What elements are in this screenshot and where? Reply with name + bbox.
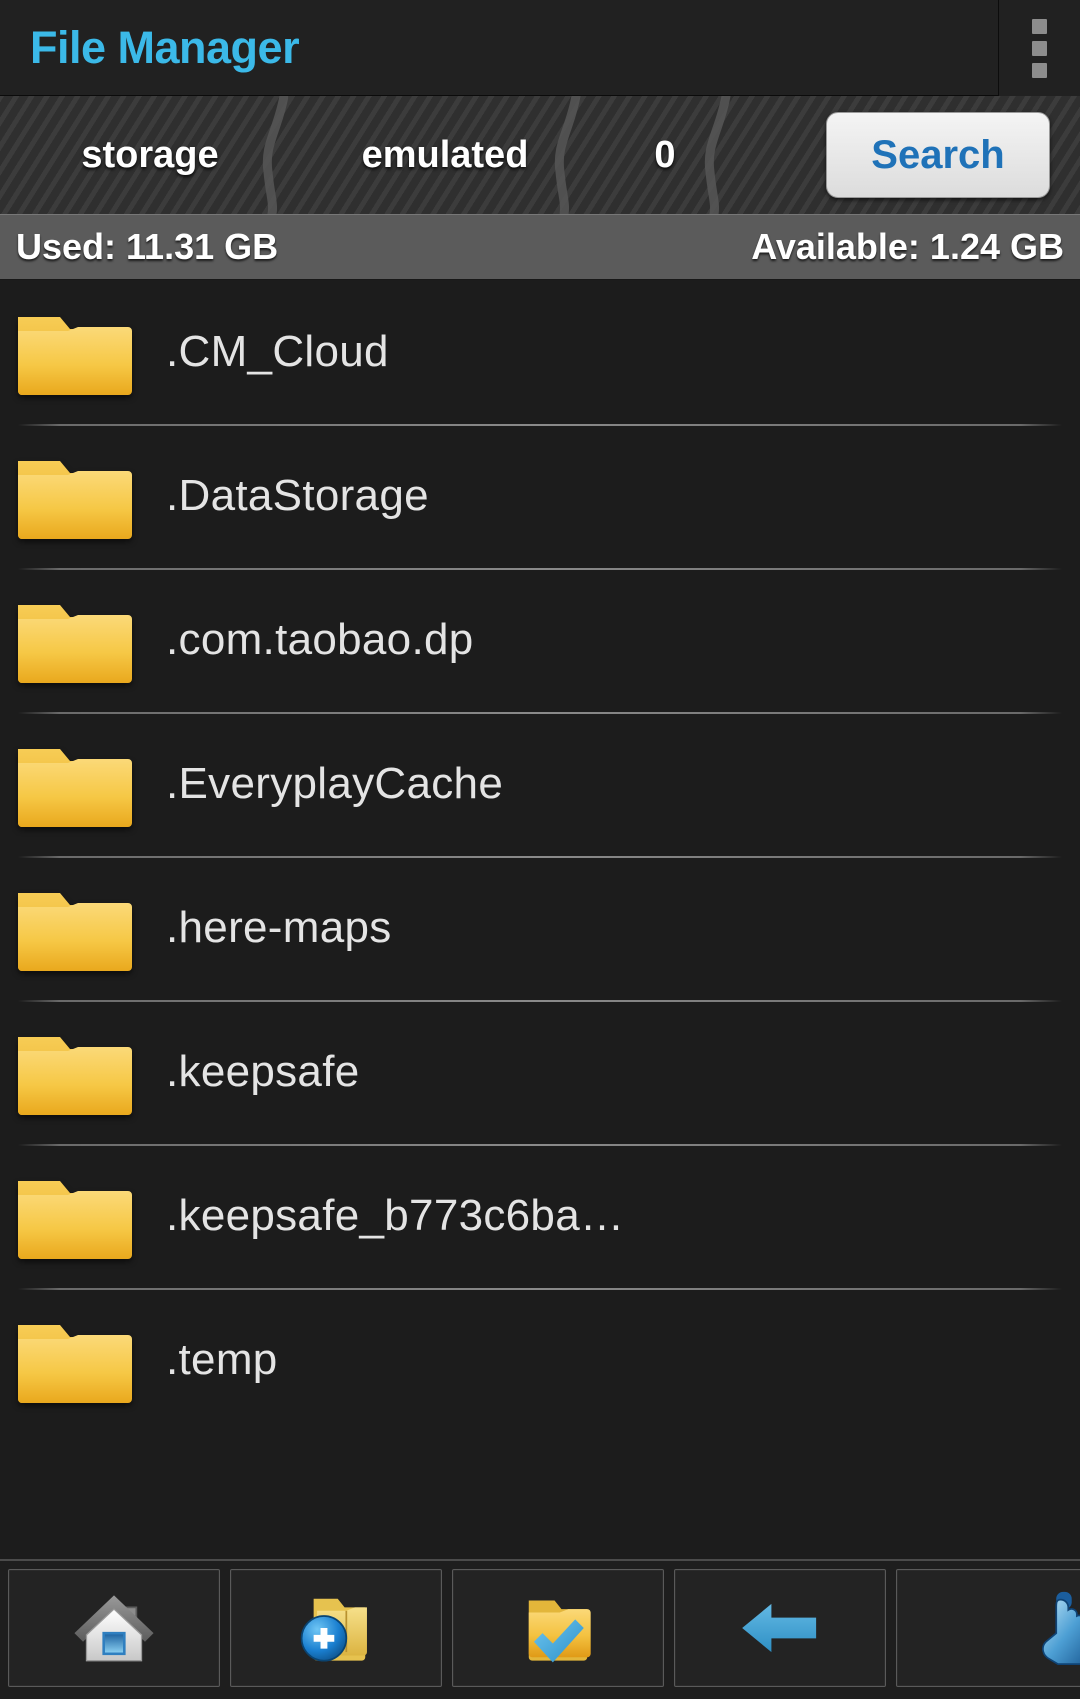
select-mode-button[interactable] [896,1569,1080,1687]
overflow-menu-icon [1032,40,1047,56]
home-button[interactable] [8,1569,220,1687]
folder-icon [14,739,132,829]
file-name: .keepsafe_b773c6ba… [166,1191,625,1240]
overflow-menu-button[interactable] [998,0,1080,96]
breadcrumb-item-0[interactable]: 0 [590,96,740,214]
breadcrumb-item-storage[interactable]: storage [0,96,300,214]
breadcrumb-item-emulated[interactable]: emulated [300,96,590,214]
list-item[interactable]: .EveryplayCache [0,712,1080,856]
file-manager-app: File Manager storage emulated 0 Search U… [0,0,1080,1699]
folder-add-icon [300,1598,367,1662]
folder-icon [14,1315,132,1405]
list-item[interactable]: .com.taobao.dp [0,568,1080,712]
list-item[interactable]: .here-maps [0,856,1080,1000]
storage-used-label: Used: 11.31 GB [16,226,279,267]
home-icon [74,1595,154,1662]
storage-info-bar: Used: 11.31 GB Available: 1.24 GB [0,214,1080,280]
list-item[interactable]: .DataStorage [0,424,1080,568]
breadcrumb-label: 0 [654,133,676,176]
file-name: .temp [166,1335,278,1384]
breadcrumb-label: emulated [361,133,529,176]
folder-icon [14,307,132,397]
bottom-toolbar [0,1559,1080,1699]
page-title: File Manager [30,21,300,73]
list-item[interactable]: .keepsafe_b773c6ba… [0,1144,1080,1288]
folder-icon [14,1027,132,1117]
folder-icon [14,451,132,541]
folder-icon [14,883,132,973]
pointing-hand-icon [1042,1591,1080,1665]
list-item[interactable]: .CM_Cloud [0,280,1080,424]
folder-icon [14,595,132,685]
file-name: .keepsafe [166,1047,360,1096]
search-button[interactable]: Search [826,112,1050,198]
folder-icon [14,1171,132,1261]
breadcrumb: storage emulated 0 Search [0,96,1080,214]
arrow-left-icon [742,1603,817,1653]
file-list[interactable]: .CM_Cloud .DataStorage .com.taobao.dp .E… [0,280,1080,1559]
overflow-menu-icon [1032,62,1047,78]
title-bar: File Manager [0,0,1080,96]
list-item[interactable]: .temp [0,1288,1080,1432]
back-button[interactable] [674,1569,886,1687]
folder-check-icon [528,1600,591,1663]
file-name: .CM_Cloud [166,327,389,376]
breadcrumb-label: storage [81,133,219,176]
overflow-menu-icon [1032,18,1047,34]
file-name: .here-maps [166,903,392,952]
file-name: .EveryplayCache [166,759,504,808]
file-name: .com.taobao.dp [166,615,474,664]
storage-available-label: Available: 1.24 GB [751,226,1064,267]
new-folder-button[interactable] [230,1569,442,1687]
file-name: .DataStorage [166,471,429,520]
search-button-label: Search [871,132,1005,177]
list-item[interactable]: .keepsafe [0,1000,1080,1144]
select-folder-button[interactable] [452,1569,664,1687]
